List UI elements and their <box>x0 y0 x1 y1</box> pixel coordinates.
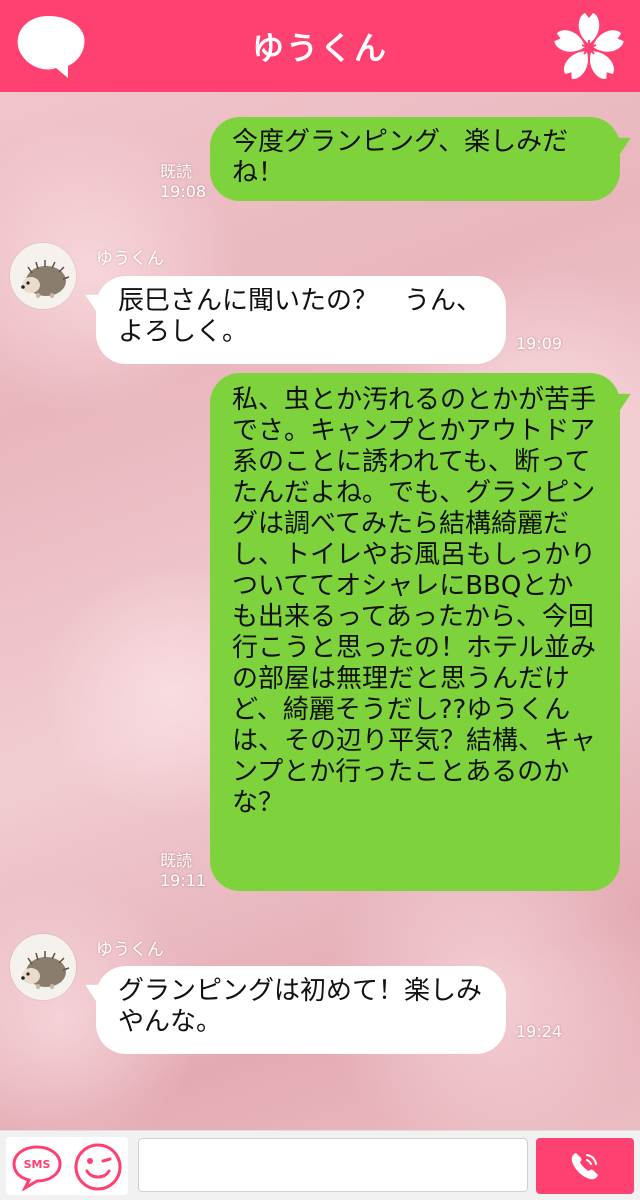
sakura-flower-icon[interactable] <box>552 10 626 84</box>
sender-name: ゆうくん <box>96 249 164 269</box>
sms-button[interactable]: SMS <box>10 1143 64 1192</box>
message-text: 今度グランピング、楽しみだね！ <box>232 127 569 188</box>
message-text: グランピングは初めて！楽しみやんな。 <box>118 976 483 1037</box>
hedgehog-avatar-icon <box>10 243 76 309</box>
read-receipt: 既読 <box>160 162 193 181</box>
message-time: 19:11 <box>160 871 207 890</box>
outgoing-message-bubble[interactable]: 私、虫とか汚れるのとかが苦手でさ。キャンプとかアウトドア系のことに誘われても、断… <box>210 373 620 891</box>
sender-name: ゆうくん <box>96 940 164 960</box>
chat-partner-name: ゆうくん <box>251 29 388 67</box>
incoming-message-bubble[interactable]: グランピングは初めて！楽しみやんな。 <box>96 966 506 1054</box>
call-button[interactable] <box>536 1138 634 1194</box>
sms-label: SMS <box>24 1158 51 1171</box>
chat-screen: ゆうくん 既読 19:08 今度グランピング、楽しみだね！ ゆうくん 辰巳さんに… <box>0 0 640 1200</box>
outgoing-message-bubble[interactable]: 今度グランピング、楽しみだね！ <box>210 117 620 201</box>
message-text: 私、虫とか汚れるのとかが苦手でさ。キャンプとかアウトドア系のことに誘われても、断… <box>232 385 597 818</box>
smiley-wink-icon[interactable] <box>72 1141 124 1193</box>
message-input-bar: SMS <box>0 1130 640 1200</box>
sms-bubble-icon: SMS <box>12 1145 62 1192</box>
message-meta: 既読 19:08 <box>160 162 206 202</box>
chat-header: ゆうくん <box>0 0 640 92</box>
message-time: 19:09 <box>516 334 563 353</box>
incoming-message-bubble[interactable]: 辰巳さんに聞いたの？ うん、よろしく。 <box>96 276 506 364</box>
speech-cloud-icon[interactable] <box>12 12 88 80</box>
message-time: 19:24 <box>516 1022 563 1041</box>
phone-icon <box>571 1153 598 1180</box>
avatar[interactable] <box>10 934 76 1000</box>
message-text: 辰巳さんに聞いたの？ うん、よろしく。 <box>118 286 483 347</box>
read-receipt: 既読 <box>160 851 193 870</box>
sms-emoji-panel: SMS <box>6 1137 128 1195</box>
message-time: 19:08 <box>160 182 207 201</box>
message-meta: 既読 19:11 <box>160 851 206 891</box>
hedgehog-avatar-icon <box>10 934 76 1000</box>
avatar[interactable] <box>10 243 76 309</box>
message-input[interactable] <box>138 1138 528 1192</box>
